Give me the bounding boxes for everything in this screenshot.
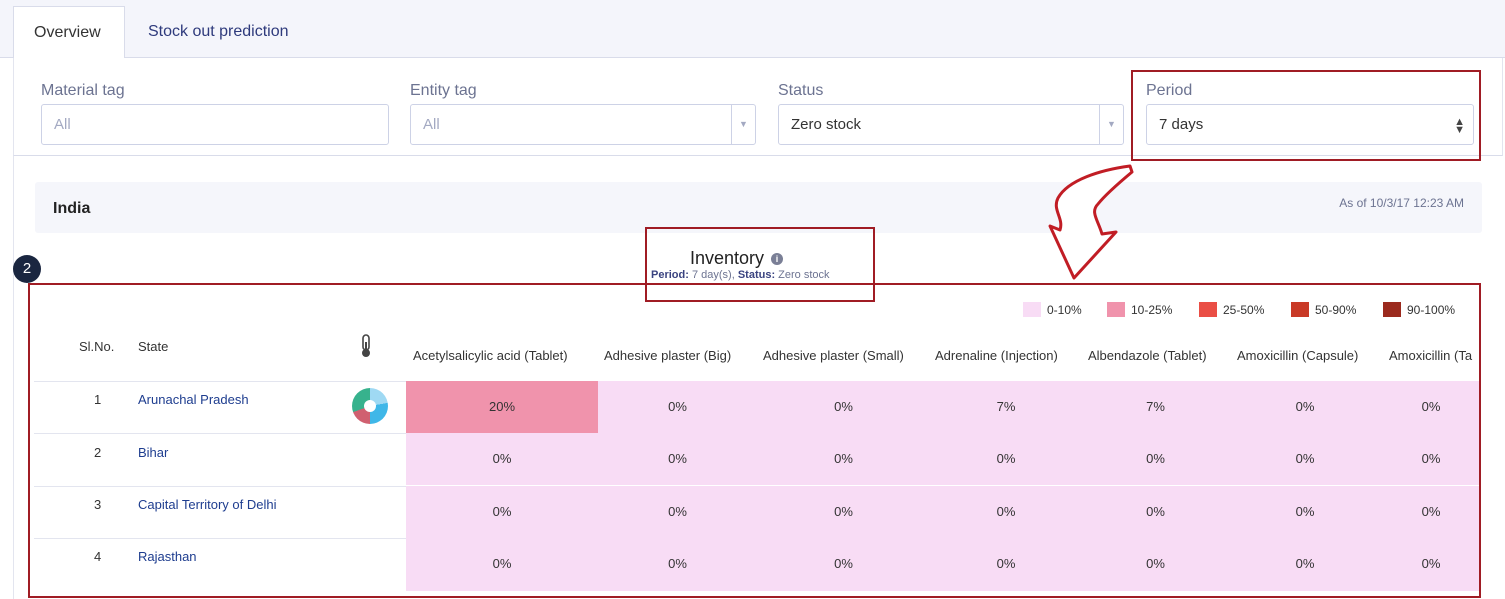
chevron-down-icon[interactable]: ▼ [1099,105,1123,144]
status-select[interactable]: Zero stock ▼ [778,104,1124,145]
tab-overview[interactable]: Overview [13,6,125,59]
curved-arrow-icon [1048,164,1134,280]
location-bar: India As of 10/3/17 12:23 AM [35,182,1482,233]
tab-stock-out-prediction[interactable]: Stock out prediction [128,6,309,59]
material-tag-label: Material tag [41,82,125,99]
tab-bar: Overview Stock out prediction [0,0,1505,59]
step-badge: 2 [13,255,41,283]
entity-tag-value: All [423,116,440,133]
material-tag-input[interactable]: All [41,104,389,145]
entity-tag-label: Entity tag [410,82,477,99]
entity-tag-select[interactable]: All ▼ [410,104,756,145]
period-highlight-box [1131,70,1481,161]
table-highlight-box [28,283,1481,598]
chevron-down-icon[interactable]: ▼ [731,105,755,144]
status-value: Zero stock [791,116,862,133]
location-title: India [53,200,91,217]
as-of-timestamp: As of 10/3/17 12:23 AM [1339,196,1464,210]
status-label: Status [778,82,824,99]
